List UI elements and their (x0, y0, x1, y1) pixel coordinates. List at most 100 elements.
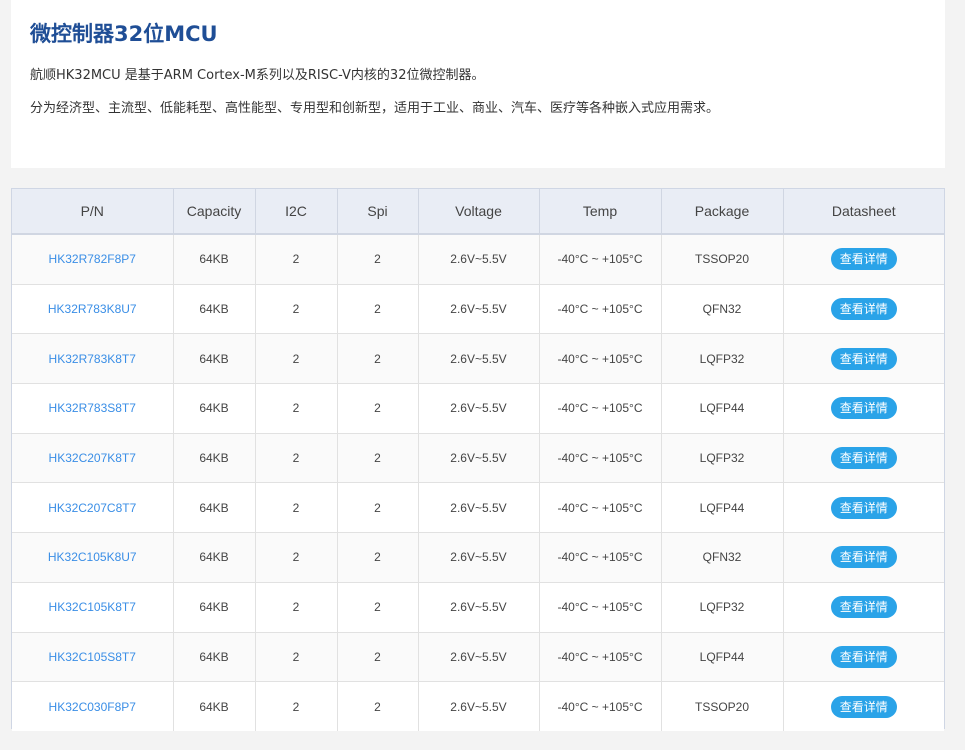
package-cell: QFN32 (661, 532, 784, 583)
i2c-cell: 2 (255, 632, 338, 683)
spi-cell: 2 (337, 234, 419, 285)
spi-cell: 2 (337, 284, 419, 335)
i2c-cell: 2 (255, 532, 338, 583)
view-details-button[interactable]: 查看详情 (830, 248, 897, 271)
table-row: HK32C207K8T7 64KB 2 2 2.6V~5.5V -40°C ~ +105°… (12, 433, 944, 484)
temp-cell: -40°C ~ +105°C (539, 284, 662, 335)
table-row: HK32R783S8T7 64KB 2 2 2.6V~5.5V -40°C ~ +105°… (12, 383, 944, 434)
package-cell: LQFP32 (661, 582, 784, 633)
view-details-button[interactable]: 查看详情 (830, 695, 897, 718)
intro-description: 航顺HK32MCU 是基于ARM Cortex-M系列以及RISC-V内核的32… (30, 68, 485, 83)
package-cell: TSSOP20 (661, 234, 784, 285)
part-number-link[interactable]: HK32R782F8P7 (49, 252, 136, 266)
header-temp: Temp (539, 189, 662, 235)
package-cell: QFN32 (661, 284, 784, 335)
header-package: Package (661, 189, 784, 235)
voltage-cell: 2.6V~5.5V (418, 532, 540, 583)
datasheet-cell: 查看详情 (783, 681, 944, 731)
capacity-cell: 64KB (173, 433, 256, 484)
datasheet-cell: 查看详情 (783, 482, 944, 534)
header-i2c: I2C (255, 189, 338, 235)
i2c-cell: 2 (255, 383, 338, 434)
temp-cell: -40°C ~ +105°C (539, 234, 662, 285)
header-pn: P/N (12, 189, 174, 235)
part-number-link[interactable]: HK32C105K8T7 (49, 600, 136, 614)
i2c-cell: 2 (255, 234, 338, 285)
package-cell: LQFP44 (661, 632, 784, 683)
page-title: 微控制器32位MCU (30, 22, 218, 46)
voltage-cell: 2.6V~5.5V (418, 582, 540, 633)
table-row: HK32C207C8T7 64KB 2 2 2.6V~5.5V -40°C ~ +105°… (12, 482, 944, 534)
part-number-link[interactable]: HK32C105K8U7 (48, 550, 137, 564)
part-number-link[interactable]: HK32C105S8T7 (49, 650, 136, 664)
capacity-cell: 64KB (173, 632, 256, 683)
temp-cell: -40°C ~ +105°C (539, 532, 662, 583)
table-row: HK32C105K8T7 64KB 2 2 2.6V~5.5V -40°C ~ +105°… (12, 582, 944, 633)
spi-cell: 2 (337, 333, 419, 385)
table-header: P/N Capacity I2C Spi Voltage Temp Package Datas… (12, 189, 944, 235)
view-details-button[interactable]: 查看详情 (830, 546, 897, 569)
temp-cell: -40°C ~ +105°C (539, 383, 662, 434)
table-row: HK32R783K8U7 64KB 2 2 2.6V~5.5V -40°C ~ +105°… (12, 284, 944, 335)
capacity-cell: 64KB (173, 383, 256, 434)
voltage-cell: 2.6V~5.5V (418, 433, 540, 484)
view-details-button[interactable]: 查看详情 (830, 298, 897, 321)
i2c-cell: 2 (255, 582, 338, 633)
pn-cell: HK32R783K8T7 (12, 333, 174, 385)
spi-cell: 2 (337, 582, 419, 633)
spi-cell: 2 (337, 433, 419, 484)
spi-cell: 2 (337, 383, 419, 434)
datasheet-cell: 查看详情 (783, 234, 944, 285)
pn-cell: HK32C207C8T7 (12, 482, 174, 534)
capacity-cell: 64KB (173, 532, 256, 583)
datasheet-cell: 查看详情 (783, 532, 944, 583)
header-datasheet: Datasheet (783, 189, 944, 235)
capacity-cell: 64KB (173, 234, 256, 285)
table-row: HK32C105S8T7 64KB 2 2 2.6V~5.5V -40°C ~ +105°… (12, 632, 944, 683)
capacity-cell: 64KB (173, 333, 256, 385)
i2c-cell: 2 (255, 284, 338, 335)
part-number-link[interactable]: HK32R783S8T7 (49, 401, 136, 415)
table-body: HK32R782F8P7 64KB 2 2 2.6V~5.5V -40°C ~ +105°… (12, 234, 944, 731)
intro-panel: 微控制器32位MCU 航顺HK32MCU 是基于ARM Cortex-M系列以及… (11, 0, 945, 168)
part-number-link[interactable]: HK32C030F8P7 (49, 700, 136, 714)
pn-cell: HK32C030F8P7 (12, 681, 174, 731)
view-details-button[interactable]: 查看详情 (830, 447, 897, 470)
product-table-container: P/N Capacity I2C Spi Voltage Temp Package Datas… (11, 188, 945, 731)
part-number-link[interactable]: HK32R783K8T7 (49, 352, 136, 366)
product-table: P/N Capacity I2C Spi Voltage Temp Package Datas… (12, 189, 944, 731)
datasheet-cell: 查看详情 (783, 582, 944, 633)
package-cell: TSSOP20 (661, 681, 784, 731)
table-row: HK32C105K8U7 64KB 2 2 2.6V~5.5V -40°C ~ +105°… (12, 532, 944, 583)
datasheet-cell: 查看详情 (783, 383, 944, 434)
capacity-cell: 64KB (173, 482, 256, 534)
part-number-link[interactable]: HK32R783K8U7 (48, 302, 137, 316)
view-details-button[interactable]: 查看详情 (830, 397, 897, 420)
datasheet-cell: 查看详情 (783, 433, 944, 484)
part-number-link[interactable]: HK32C207K8T7 (49, 451, 136, 465)
spi-cell: 2 (337, 632, 419, 683)
part-number-link[interactable]: HK32C207C8T7 (48, 501, 136, 515)
spi-cell: 2 (337, 482, 419, 534)
voltage-cell: 2.6V~5.5V (418, 632, 540, 683)
temp-cell: -40°C ~ +105°C (539, 681, 662, 731)
pn-cell: HK32R782F8P7 (12, 234, 174, 285)
header-voltage: Voltage (418, 189, 540, 235)
package-cell: LQFP44 (661, 383, 784, 434)
table-row: HK32R783K8T7 64KB 2 2 2.6V~5.5V -40°C ~ +105°… (12, 333, 944, 385)
view-details-button[interactable]: 查看详情 (830, 347, 897, 370)
voltage-cell: 2.6V~5.5V (418, 284, 540, 335)
i2c-cell: 2 (255, 433, 338, 484)
capacity-cell: 64KB (173, 284, 256, 335)
view-details-button[interactable]: 查看详情 (830, 496, 897, 519)
view-details-button[interactable]: 查看详情 (830, 645, 897, 668)
header-capacity: Capacity (173, 189, 256, 235)
view-details-button[interactable]: 查看详情 (830, 596, 897, 619)
pn-cell: HK32C105K8U7 (12, 532, 174, 583)
i2c-cell: 2 (255, 333, 338, 385)
temp-cell: -40°C ~ +105°C (539, 333, 662, 385)
i2c-cell: 2 (255, 482, 338, 534)
voltage-cell: 2.6V~5.5V (418, 681, 540, 731)
pn-cell: HK32C105K8T7 (12, 582, 174, 633)
temp-cell: -40°C ~ +105°C (539, 482, 662, 534)
